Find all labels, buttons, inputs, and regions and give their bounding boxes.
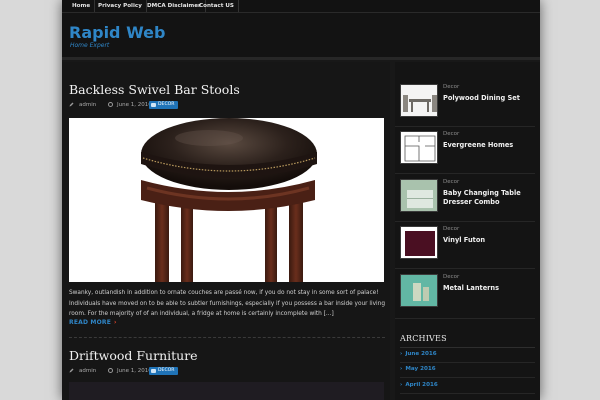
changing-table-image xyxy=(401,180,437,211)
sidebar-post-title[interactable]: Polywood Dining Set xyxy=(443,94,540,103)
floor-plan-image xyxy=(401,132,437,163)
post-meta: admin June 1, 2016 DECOR xyxy=(69,367,269,375)
category-badge[interactable]: DECOR xyxy=(149,367,179,375)
read-more-label: READ MORE xyxy=(69,319,112,326)
folder-icon xyxy=(151,103,156,107)
sidebar-post-item[interactable]: Decor Metal Lanterns xyxy=(400,274,540,314)
chevron-right-icon: › xyxy=(114,319,117,326)
archive-divider xyxy=(400,362,535,363)
post-thumbnail[interactable] xyxy=(400,84,438,117)
sidebar-post-title[interactable]: Baby Changing Table Dresser Combo xyxy=(443,189,540,206)
archive-divider xyxy=(400,393,535,394)
category-badge[interactable]: DECOR xyxy=(149,101,179,109)
sidebar-post-category[interactable]: Decor xyxy=(443,131,459,137)
post-separator xyxy=(69,337,385,338)
sidebar-post-category[interactable]: Decor xyxy=(443,179,459,185)
sidebar-post-title[interactable]: Evergreene Homes xyxy=(443,141,540,150)
archive-divider xyxy=(400,377,535,378)
site-title[interactable]: Rapid Web xyxy=(69,23,165,42)
featured-image[interactable] xyxy=(69,118,384,282)
archives-divider xyxy=(400,347,535,348)
sidebar-post-title[interactable]: Vinyl Futon xyxy=(443,236,540,245)
header-divider xyxy=(62,57,540,60)
site-header: Rapid Web Home Expert xyxy=(62,13,540,57)
pencil-icon xyxy=(69,102,74,107)
chevron-right-icon: › xyxy=(400,351,403,357)
sidebar-divider xyxy=(395,221,535,222)
read-more-link[interactable]: READ MORE › xyxy=(69,319,117,326)
post-thumbnail[interactable] xyxy=(400,179,438,212)
dining-set-image xyxy=(401,85,437,116)
sidebar-post-item[interactable]: Decor Vinyl Futon xyxy=(400,226,540,266)
category-label: DECOR xyxy=(158,368,175,373)
archive-link-label: April 2016 xyxy=(405,382,438,388)
sidebar-post-item[interactable]: Decor Baby Changing Table Dresser Combo xyxy=(400,179,540,219)
top-navigation: Home Privacy Policy DMCA Disclaimer Cont… xyxy=(62,0,540,13)
clock-icon xyxy=(108,368,113,373)
archive-link-label: June 2016 xyxy=(405,351,437,357)
chevron-right-icon: › xyxy=(400,382,403,388)
archive-link[interactable]: › May 2016 xyxy=(400,366,436,372)
post-date: June 1, 2016 xyxy=(117,368,152,374)
sidebar-post-item[interactable]: Decor Polywood Dining Set xyxy=(400,84,540,124)
post-author[interactable]: admin xyxy=(79,367,96,375)
featured-image[interactable] xyxy=(69,382,384,400)
post-title[interactable]: Backless Swivel Bar Stools xyxy=(69,82,240,97)
nav-privacy-policy[interactable]: Privacy Policy xyxy=(94,0,147,12)
sidebar-divider xyxy=(395,126,535,127)
post-thumbnail[interactable] xyxy=(400,226,438,259)
post-thumbnail[interactable] xyxy=(400,131,438,164)
folder-icon xyxy=(151,369,156,373)
post-thumbnail[interactable] xyxy=(400,274,438,307)
sidebar-divider xyxy=(395,268,535,269)
sidebar-post-item[interactable]: Decor Evergreene Homes xyxy=(400,131,540,171)
vinyl-futon-image xyxy=(401,227,437,258)
page-frame: Home Privacy Policy DMCA Disclaimer Cont… xyxy=(62,0,540,400)
metal-lanterns-image xyxy=(401,275,437,306)
post-title[interactable]: Driftwood Furniture xyxy=(69,348,198,363)
sidebar-post-category[interactable]: Decor xyxy=(443,226,459,232)
post-author[interactable]: admin xyxy=(79,101,96,109)
archive-link[interactable]: › June 2016 xyxy=(400,351,437,357)
main-content: Backless Swivel Bar Stools admin June 1,… xyxy=(62,62,390,400)
archives-heading: ARCHIVES xyxy=(400,334,447,343)
sidebar: Decor Polywood Dining Set Decor Evergree… xyxy=(395,62,540,400)
category-label: DECOR xyxy=(158,102,175,107)
sidebar-divider xyxy=(395,318,535,319)
bar-stool-image xyxy=(141,118,317,282)
sidebar-divider xyxy=(395,173,535,174)
chevron-right-icon: › xyxy=(400,366,403,372)
sidebar-post-title[interactable]: Metal Lanterns xyxy=(443,284,540,293)
post-date: June 1, 2016 xyxy=(117,102,152,108)
archive-link-label: May 2016 xyxy=(405,366,436,372)
post-excerpt: Swanky, outlandish in addition to ornate… xyxy=(69,290,386,317)
sidebar-post-category[interactable]: Decor xyxy=(443,274,459,280)
sidebar-post-category[interactable]: Decor xyxy=(443,84,459,90)
pencil-icon xyxy=(69,368,74,373)
nav-contact-us[interactable]: Contact US xyxy=(195,0,239,12)
archive-link[interactable]: › April 2016 xyxy=(400,382,438,388)
site-tagline: Home Expert xyxy=(70,42,110,49)
clock-icon xyxy=(108,102,113,107)
nav-home[interactable]: Home xyxy=(68,0,96,12)
post-meta: admin June 1, 2016 DECOR xyxy=(69,101,269,109)
